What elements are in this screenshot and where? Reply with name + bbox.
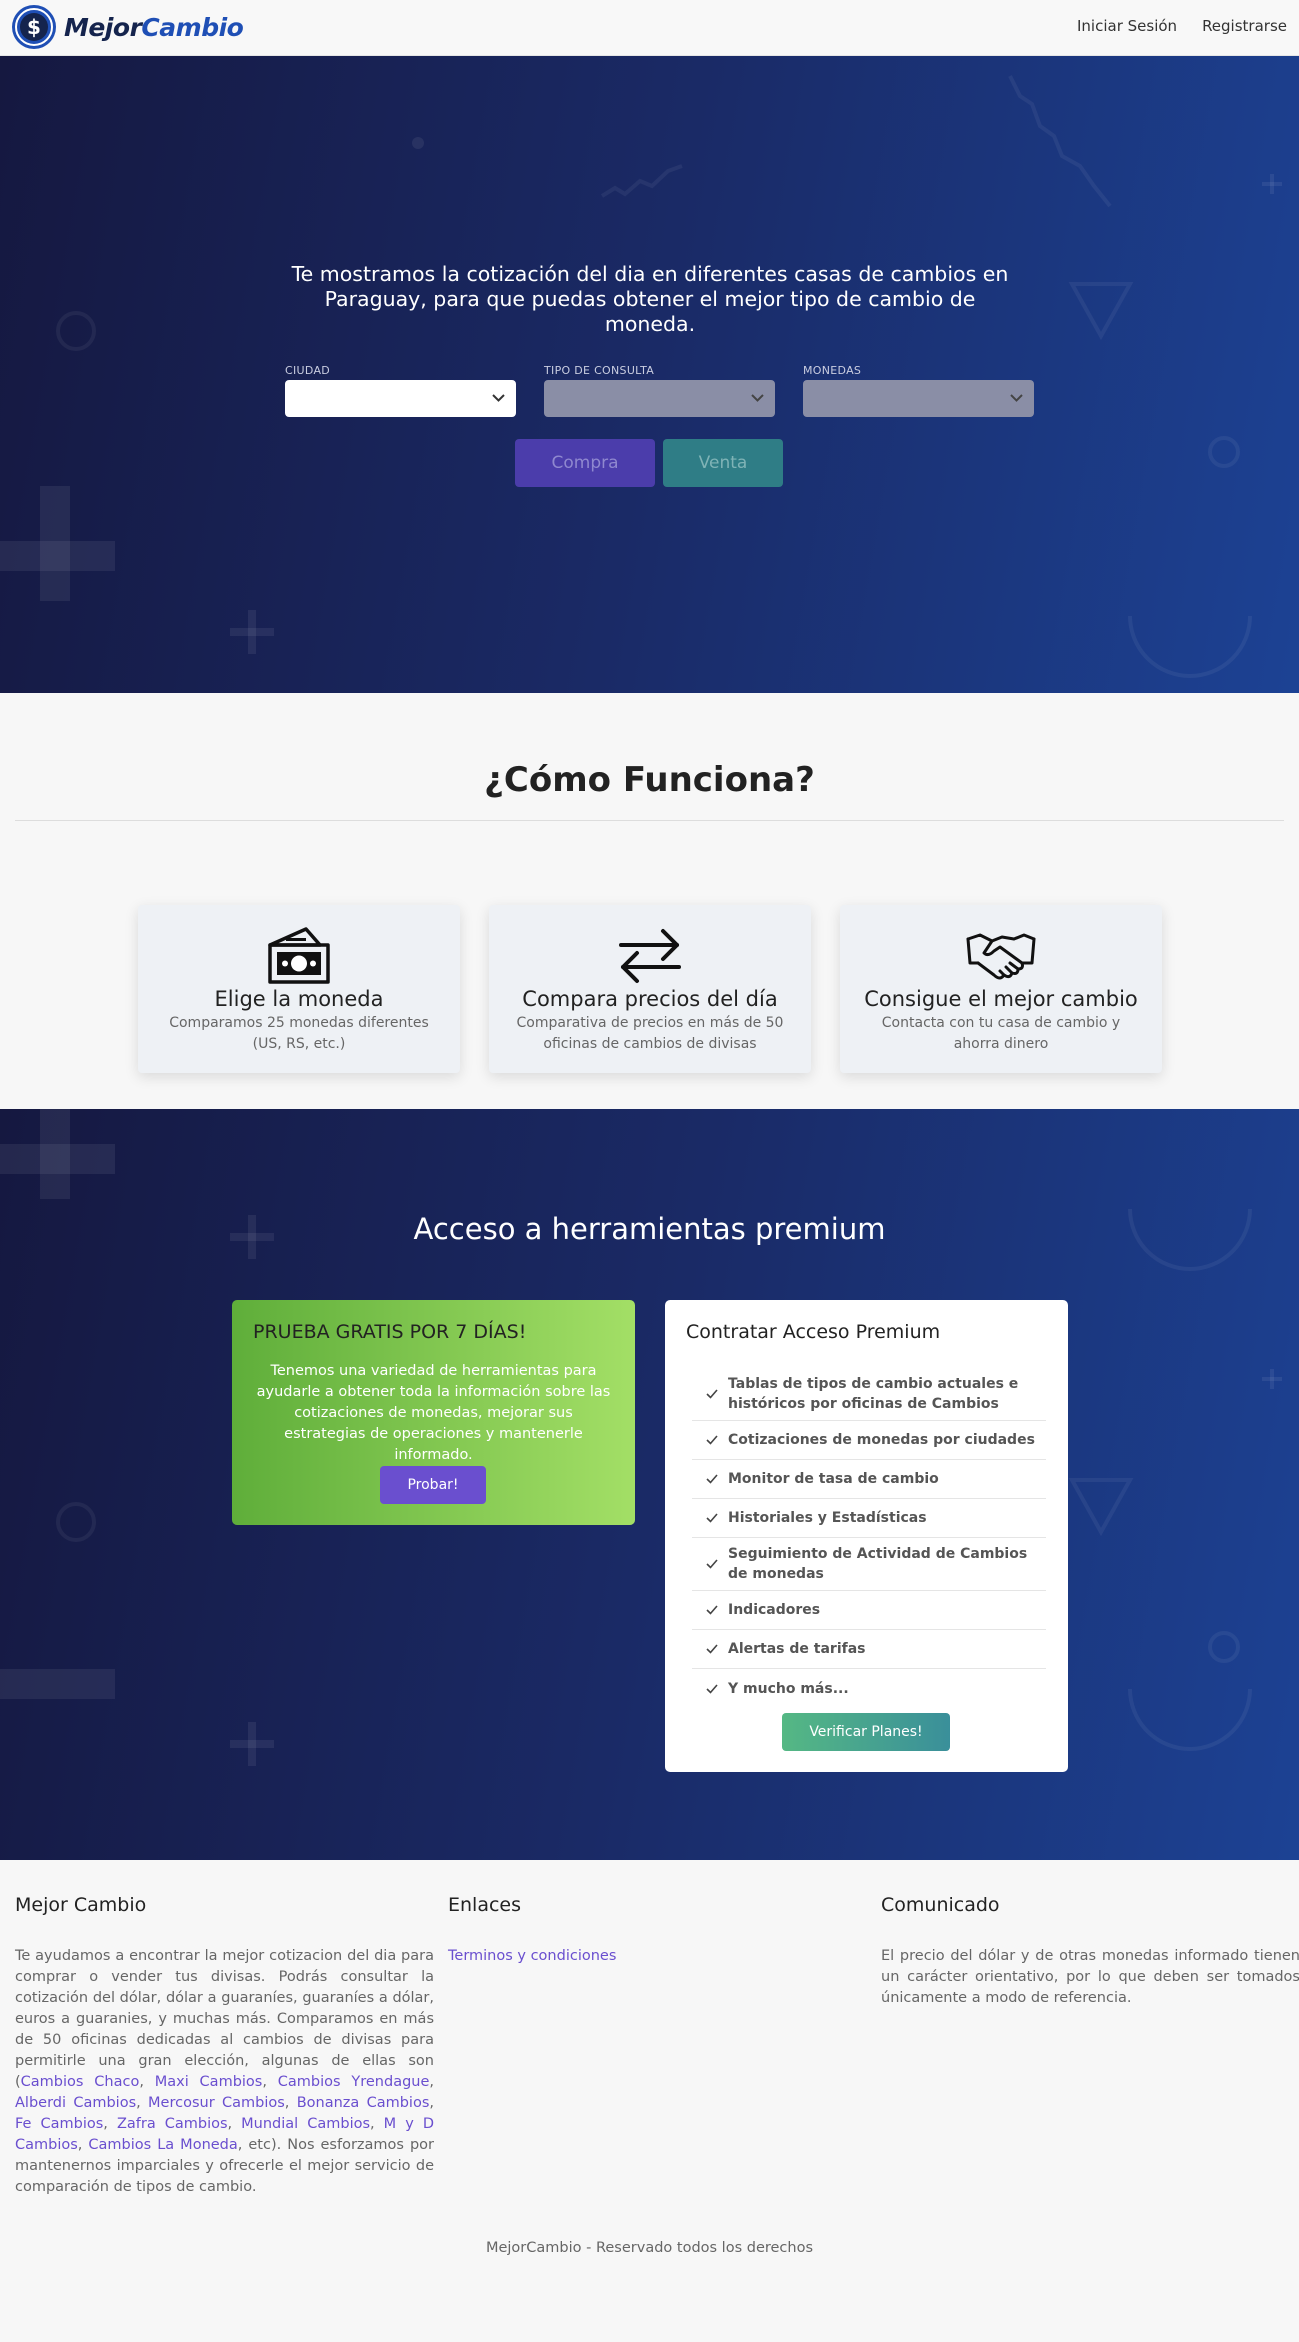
premium-title: Acceso a herramientas premium bbox=[413, 1212, 886, 1246]
feature-text: Historiales y Estadísticas bbox=[728, 1510, 927, 1526]
card-title: Compara precios del día bbox=[522, 987, 778, 1011]
brand-part2: Cambio bbox=[141, 12, 244, 42]
free-trial-card: PRUEBA GRATIS POR 7 DÍAS! Tenemos una va… bbox=[232, 1300, 635, 1525]
check-icon bbox=[706, 1644, 718, 1654]
plan-feature-list: Tablas de tipos de cambio actuales e his… bbox=[692, 1367, 1046, 1708]
feature-text: Alertas de tarifas bbox=[728, 1641, 866, 1657]
register-link[interactable]: Registrarse bbox=[1202, 17, 1287, 35]
exchange-link[interactable]: Zafra Cambios bbox=[117, 2116, 228, 2132]
footer-about-title: Mejor Cambio bbox=[15, 1894, 147, 1916]
premium-section: Acceso a herramientas premium PRUEBA GRA… bbox=[0, 1109, 1299, 1860]
exchange-arrows-icon bbox=[619, 929, 681, 983]
feature-card-currency: Elige la moneda Comparamos 25 monedas di… bbox=[138, 905, 460, 1073]
list-item: Monitor de tasa de cambio bbox=[692, 1460, 1046, 1499]
footer-about: Mejor Cambio Te ayudamos a encontrar la … bbox=[15, 1894, 434, 2198]
exchange-link[interactable]: Mercosur Cambios bbox=[148, 2095, 285, 2111]
check-icon bbox=[706, 1513, 718, 1523]
feature-text: Y mucho más... bbox=[728, 1680, 849, 1697]
check-plans-button[interactable]: Verificar Planes! bbox=[782, 1713, 950, 1751]
check-icon bbox=[706, 1435, 718, 1445]
login-link[interactable]: Iniciar Sesión bbox=[1077, 17, 1177, 35]
exchange-link[interactable]: Fe Cambios bbox=[15, 2116, 103, 2132]
buy-button[interactable]: Compra bbox=[515, 439, 655, 487]
footer-notice-title: Comunicado bbox=[881, 1894, 1000, 1916]
list-item: Y mucho más... bbox=[692, 1669, 1046, 1708]
footer-notice: Comunicado El precio del dólar y de otra… bbox=[881, 1894, 1299, 2009]
brand-part1: Mejor bbox=[64, 12, 142, 42]
list-item: Tablas de tipos de cambio actuales e his… bbox=[692, 1367, 1046, 1421]
feature-text: Cotizaciones de monedas por ciudades bbox=[728, 1432, 1035, 1448]
divider bbox=[15, 820, 1284, 821]
query-type-field: TIPO DE CONSULTA bbox=[544, 364, 775, 417]
logo-text: MejorCambio bbox=[64, 12, 244, 42]
exchange-link[interactable]: Mundial Cambios bbox=[241, 2116, 370, 2132]
handshake-icon bbox=[966, 933, 1036, 980]
footer-links-title: Enlaces bbox=[448, 1894, 522, 1916]
list-item: Indicadores bbox=[692, 1591, 1046, 1630]
terms-link[interactable]: Terminos y condiciones bbox=[448, 1948, 616, 1964]
feature-text: Tablas de tipos de cambio actuales e his… bbox=[728, 1375, 1019, 1412]
list-item: Historiales y Estadísticas bbox=[692, 1499, 1046, 1538]
feature-card-compare: Compara precios del día Comparativa de p… bbox=[489, 905, 811, 1073]
list-item: Cotizaciones de monedas por ciudades bbox=[692, 1421, 1046, 1460]
feature-text: Monitor de tasa de cambio bbox=[728, 1471, 939, 1487]
currency-select[interactable] bbox=[803, 380, 1034, 417]
card-title: Consigue el mejor cambio bbox=[864, 987, 1138, 1011]
how-it-works-title: ¿Cómo Funciona? bbox=[484, 760, 815, 800]
trial-title: PRUEBA GRATIS POR 7 DÍAS! bbox=[253, 1321, 527, 1343]
currency-label: MONEDAS bbox=[803, 364, 862, 377]
check-icon bbox=[706, 1605, 718, 1615]
logo[interactable]: $ MejorCambio bbox=[10, 3, 244, 51]
city-field: CIUDAD bbox=[285, 364, 516, 417]
chevron-down-icon bbox=[492, 394, 505, 402]
sell-button[interactable]: Venta bbox=[663, 439, 783, 487]
exchange-link[interactable]: Cambios Yrendague bbox=[278, 2074, 430, 2090]
svg-text:$: $ bbox=[27, 15, 41, 39]
city-select[interactable] bbox=[285, 380, 516, 417]
exchange-link[interactable]: Alberdi Cambios bbox=[15, 2095, 136, 2111]
hero-title: Te mostramos la cotización del dia en di… bbox=[291, 262, 1009, 336]
exchange-link[interactable]: Cambios Chaco bbox=[21, 2074, 140, 2090]
list-item: Seguimiento de Actividad de Cambios de m… bbox=[692, 1538, 1046, 1591]
copyright: MejorCambio - Reservado todos los derech… bbox=[485, 2240, 814, 2256]
check-icon bbox=[706, 1559, 718, 1569]
check-icon bbox=[706, 1474, 718, 1484]
exchange-link[interactable]: Cambios La Moneda bbox=[88, 2137, 237, 2153]
chevron-down-icon bbox=[751, 394, 764, 402]
footer-about-text: Te ayudamos a encontrar la mejor cotizac… bbox=[15, 1948, 435, 2195]
check-icon bbox=[706, 1388, 718, 1399]
city-label: CIUDAD bbox=[285, 364, 331, 377]
premium-plan-card: Contratar Acceso Premium Tablas de tipos… bbox=[665, 1300, 1068, 1772]
hero-section: Te mostramos la cotización del dia en di… bbox=[0, 56, 1299, 693]
money-icon bbox=[268, 927, 330, 984]
exchange-link[interactable]: Maxi Cambios bbox=[155, 2074, 263, 2090]
trial-text: Tenemos una variedad de herramientas par… bbox=[256, 1363, 611, 1463]
exchange-link[interactable]: Bonanza Cambios bbox=[297, 2095, 430, 2111]
chevron-down-icon bbox=[1010, 394, 1023, 402]
currency-field: MONEDAS bbox=[803, 364, 1034, 417]
try-button[interactable]: Probar! bbox=[380, 1466, 486, 1504]
query-type-select[interactable] bbox=[544, 380, 775, 417]
feature-text: Seguimiento de Actividad de Cambios de m… bbox=[728, 1546, 1028, 1582]
feature-text: Indicadores bbox=[728, 1602, 821, 1618]
card-text: Contacta con tu casa de cambio y ahorra … bbox=[881, 1015, 1121, 1052]
footer-links: Enlaces Terminos y condiciones bbox=[448, 1894, 867, 1967]
about-text-before: Te ayudamos a encontrar la mejor cotizac… bbox=[15, 1948, 434, 2090]
feature-card-best-rate: Consigue el mejor cambio Contacta con tu… bbox=[840, 905, 1162, 1073]
card-text: Comparamos 25 monedas diferentes (US, RS… bbox=[169, 1015, 429, 1052]
footer-notice-text: El precio del dólar y de otras monedas i… bbox=[881, 1948, 1299, 2006]
navbar: $ MejorCambio Iniciar Sesión Registrarse bbox=[0, 0, 1299, 56]
plan-title: Contratar Acceso Premium bbox=[686, 1321, 941, 1343]
card-text: Comparativa de precios en más de 50 ofic… bbox=[516, 1015, 784, 1052]
check-icon bbox=[706, 1683, 718, 1694]
dollar-coin-icon: $ bbox=[12, 5, 56, 49]
query-type-label: TIPO DE CONSULTA bbox=[544, 364, 655, 377]
list-item: Alertas de tarifas bbox=[692, 1630, 1046, 1669]
card-title: Elige la moneda bbox=[214, 987, 384, 1011]
